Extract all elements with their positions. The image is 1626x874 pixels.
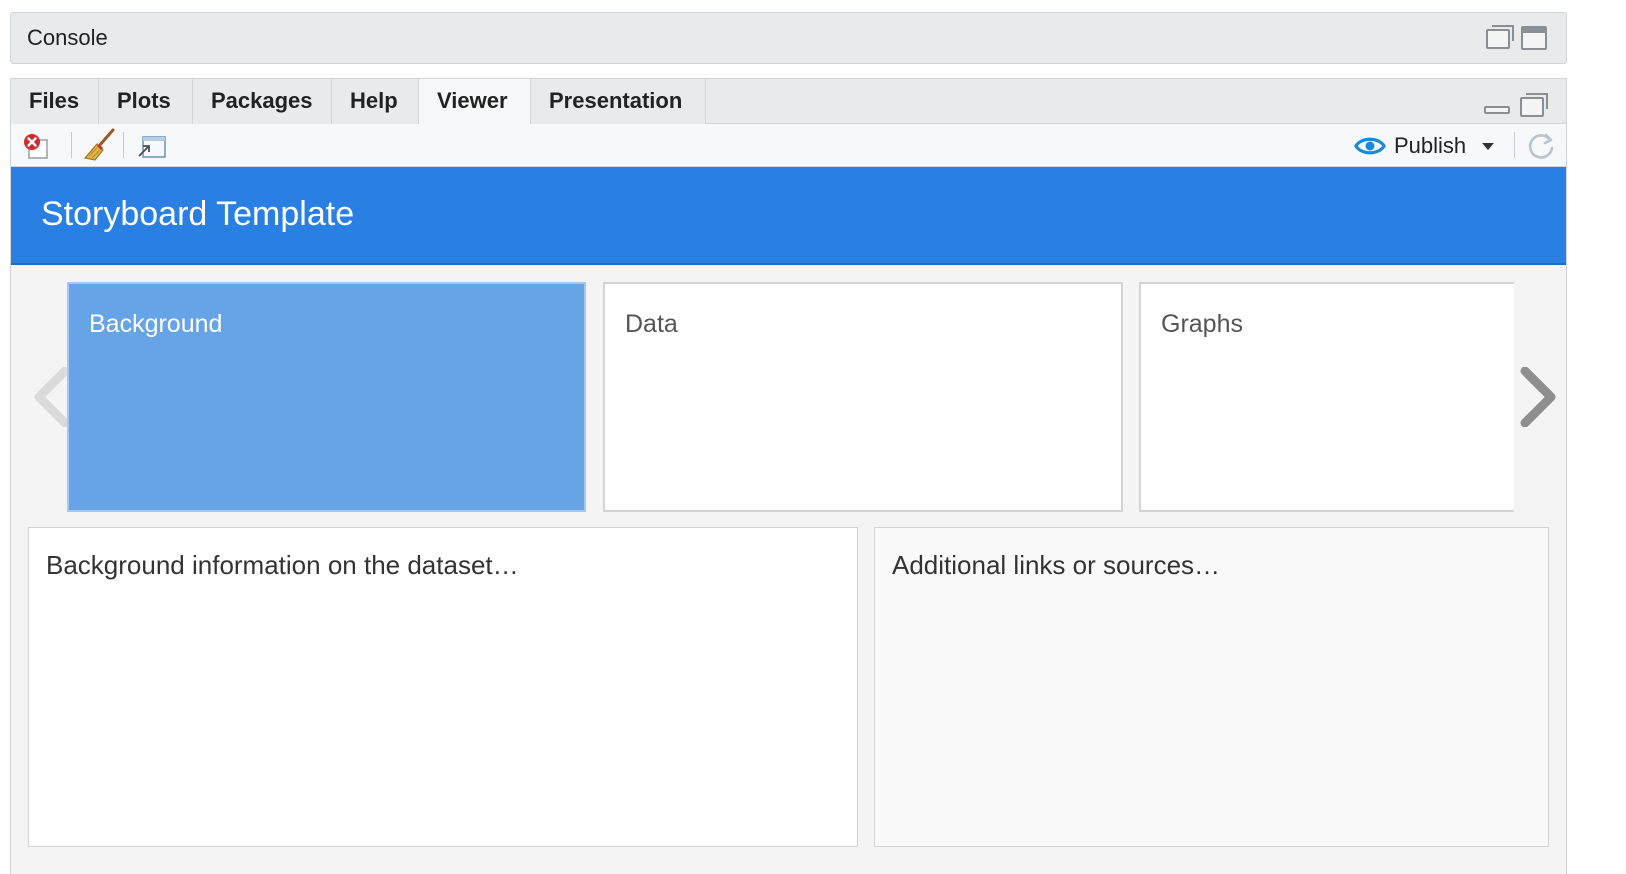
console-title[interactable]: Console — [27, 25, 108, 51]
viewer-toolbar: Publish — [11, 124, 1566, 167]
storyboard-carousel: Background Data Graphs — [11, 265, 1566, 525]
refresh-icon[interactable] — [1526, 131, 1556, 161]
restore-pane-icon[interactable] — [1520, 93, 1548, 117]
story-card-label: Data — [625, 310, 678, 338]
toolbar-separator — [71, 132, 72, 158]
story-card-label: Graphs — [1161, 310, 1243, 338]
story-main-panel: Background information on the dataset… — [28, 527, 858, 847]
previous-arrow-icon[interactable] — [31, 366, 71, 432]
maximize-pane-icon[interactable] — [1521, 26, 1547, 50]
publish-button[interactable]: Publish — [1353, 130, 1495, 162]
tab-files[interactable]: Files — [11, 79, 99, 124]
tab-plots[interactable]: Plots — [99, 79, 193, 124]
story-main-text: Background information on the dataset… — [46, 550, 519, 580]
next-arrow-icon[interactable] — [1519, 366, 1559, 432]
story-card-graphs[interactable]: Graphs — [1139, 282, 1514, 512]
toolbar-separator — [123, 132, 124, 158]
publish-icon — [1354, 137, 1386, 155]
viewer-content: Storyboard Template Background Data Grap… — [11, 167, 1566, 874]
clear-viewer-icon[interactable] — [23, 132, 51, 160]
toolbar-separator — [1514, 132, 1515, 158]
story-card-background[interactable]: Background — [67, 282, 586, 512]
story-card-label: Background — [89, 310, 223, 338]
tab-help[interactable]: Help — [332, 79, 419, 124]
tab-bar: Files Plots Packages Help Viewer Present… — [11, 79, 1566, 125]
minimize-pane-icon[interactable] — [1484, 106, 1510, 114]
publish-dropdown-icon[interactable] — [1482, 142, 1495, 150]
console-pane: Console — [10, 12, 1567, 64]
broom-icon[interactable] — [83, 128, 117, 162]
pane-window-buttons — [1484, 93, 1548, 117]
story-side-text: Additional links or sources… — [892, 550, 1221, 580]
story-card-data[interactable]: Data — [603, 282, 1123, 512]
storyboard-header: Storyboard Template — [11, 167, 1566, 265]
page-title: Storyboard Template — [41, 195, 355, 233]
show-in-new-window-icon[interactable] — [137, 134, 166, 162]
restore-pane-icon[interactable] — [1486, 25, 1514, 49]
tab-presentation[interactable]: Presentation — [531, 79, 706, 124]
tab-packages[interactable]: Packages — [193, 79, 332, 124]
viewer-pane: Files Plots Packages Help Viewer Present… — [10, 78, 1567, 874]
tab-viewer[interactable]: Viewer — [419, 79, 531, 125]
publish-label: Publish — [1394, 133, 1467, 158]
story-side-panel: Additional links or sources… — [874, 527, 1549, 847]
